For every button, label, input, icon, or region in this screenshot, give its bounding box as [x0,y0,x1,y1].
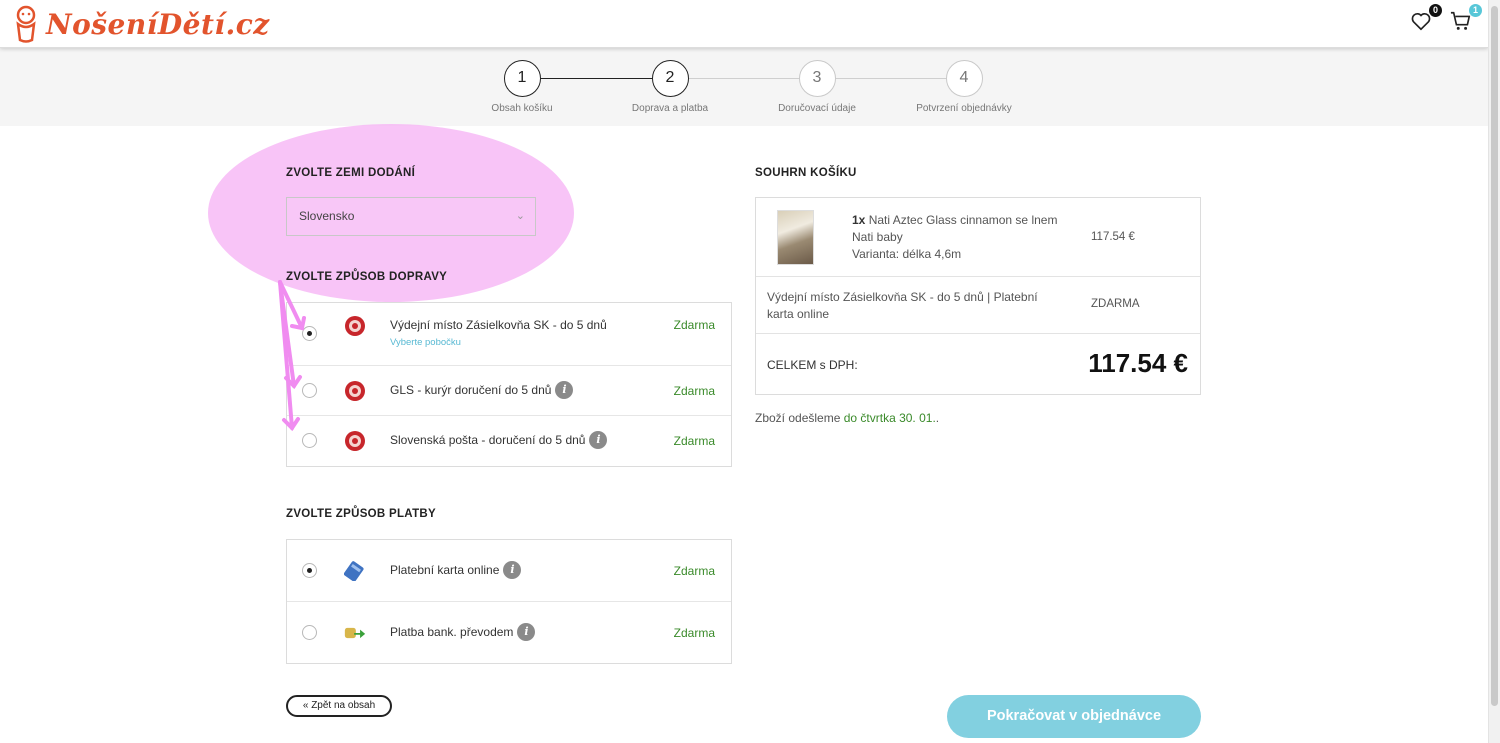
step-number: 3 [798,60,836,97]
summary-shipping-text: Výdejní místo Zásielkovňa SK - do 5 dnů … [767,290,1038,321]
shipping-option-posta[interactable]: Slovenská pošta - doručení do 5 dnů i Zd… [287,416,731,466]
summary-total-row: CELKEM s DPH: 117.54 € [756,334,1200,394]
step-order-confirmation: 4 Potvrzení objednávky [884,60,1044,114]
summary-product-row: 1x Nati Aztec Glass cinnamon se lnem Nat… [756,198,1200,277]
payment-options: Platební karta online i Zdarma Platba ba… [286,539,732,664]
payment-section-title: ZVOLTE ZPŮSOB PLATBY [286,508,436,520]
country-select[interactable]: Slovensko ⌄ [286,197,536,236]
step-label: Potvrzení objednávky [916,103,1012,114]
carrier-logo-icon [345,431,365,451]
country-selected-value: Slovensko [299,209,355,223]
step-delivery-details: 3 Doručovací údaje [737,60,897,114]
site-header: NošeníDětí.cz 0 1 [0,0,1488,48]
payment-option-card[interactable]: Platební karta online i Zdarma [287,540,731,602]
product-brand: Nati baby [852,230,903,244]
shipping-option-gls[interactable]: GLS - kurýr doručení do 5 dnů i Zdarma [287,366,731,416]
delivery-suffix: . [935,411,940,425]
delivery-note: Zboží odešleme do čtvrtka 30. 01.. [755,411,939,425]
product-price: 117.54 € [1091,231,1135,243]
step-label: Obsah košíku [491,103,553,114]
step-label: Doručovací údaje [778,103,856,114]
step-label: Doprava a platba [631,103,709,114]
shipping-price: Zdarma [673,384,715,398]
summary-shipping-price: ZDARMA [1091,298,1140,310]
site-logo[interactable]: NošeníDětí.cz [10,4,270,44]
payment-radio-card[interactable] [302,563,317,578]
shipping-option-zasielkovna[interactable]: Výdejní místo Zásielkovňa SK - do 5 dnů … [287,303,731,366]
payment-label-wrap: Platební karta online i [390,561,522,579]
step-number: 4 [945,60,983,97]
logo-text: NošeníDětí.cz [46,7,270,41]
payment-price: Zdarma [673,626,715,640]
delivery-date: do čtvrtka 30. 01. [843,411,936,425]
product-details: 1x Nati Aztec Glass cinnamon se lnem Nat… [852,212,1062,263]
shipping-price: Zdarma [673,434,715,448]
choose-branch-link[interactable]: Vyberte pobočku [390,337,461,348]
continue-order-button[interactable]: Pokračovat v objednávce [947,695,1201,738]
wishlist-button[interactable]: 0 [1410,4,1442,34]
payment-price: Zdarma [673,564,715,578]
info-icon[interactable]: i [589,431,608,449]
payment-label: Platba bank. převodem [390,625,514,639]
step-number: 1 [503,60,541,97]
product-title-line: 1x Nati Aztec Glass cinnamon se lnem [852,212,1062,229]
cart-summary-title: SOUHRN KOŠÍKU [755,167,857,179]
shipping-label-wrap: Slovenská pošta - doručení do 5 dnů i [390,431,608,449]
cart-button[interactable]: 1 [1450,4,1482,34]
cart-count-badge: 1 [1469,4,1482,17]
carrier-logo-icon [345,316,365,336]
carrier-logo-icon [345,381,365,401]
bank-transfer-icon [344,627,366,639]
info-icon[interactable]: i [503,561,522,579]
payment-radio-bank-transfer[interactable] [302,625,317,640]
payment-option-bank-transfer[interactable]: Platba bank. převodem i Zdarma [287,602,731,663]
total-value: 117.54 € [1088,348,1188,378]
shipping-label-wrap: GLS - kurýr doručení do 5 dnů i [390,381,574,399]
product-thumbnail[interactable] [777,210,814,265]
wishlist-count-badge: 0 [1429,4,1442,17]
page-scrollbar[interactable] [1488,0,1500,743]
product-name[interactable]: Nati Aztec Glass cinnamon se lnem [869,213,1058,227]
chevron-down-icon: ⌄ [515,210,525,222]
summary-shipping-row: Výdejní místo Zásielkovňa SK - do 5 dnů … [756,277,1200,334]
info-icon[interactable]: i [555,381,574,399]
shipping-options: Výdejní místo Zásielkovňa SK - do 5 dnů … [286,302,732,467]
country-section-title: ZVOLTE ZEMI DODÁNÍ [286,167,416,179]
step-cart-contents[interactable]: 1 Obsah košíku [442,60,602,114]
product-variant: Varianta: délka 4,6m [852,247,962,261]
step-number: 2 [651,60,689,97]
scrollbar-thumb[interactable] [1491,6,1498,706]
product-qty: 1x [852,213,866,227]
shipping-price: Zdarma [673,318,715,332]
header-icons: 0 1 [1410,4,1482,34]
baby-logo-icon [16,5,36,43]
back-to-cart-button[interactable]: « Zpět na obsah [286,695,392,717]
credit-card-icon [344,561,364,581]
step-shipping-payment: 2 Doprava a platba [590,60,750,114]
info-icon[interactable]: i [517,623,536,641]
shipping-label: Slovenská pošta - doručení do 5 dnů [390,433,586,447]
annotation-arrows [278,280,306,432]
shipping-label: Výdejní místo Zásielkovňa SK - do 5 dnů [390,318,607,332]
payment-label: Platební karta online [390,563,500,577]
shipping-label: GLS - kurýr doručení do 5 dnů [390,383,552,397]
delivery-prefix: Zboží odešleme [755,411,841,425]
payment-label-wrap: Platba bank. převodem i [390,623,536,641]
total-label: CELKEM s DPH: [767,358,858,372]
cart-summary: 1x Nati Aztec Glass cinnamon se lnem Nat… [755,197,1201,395]
